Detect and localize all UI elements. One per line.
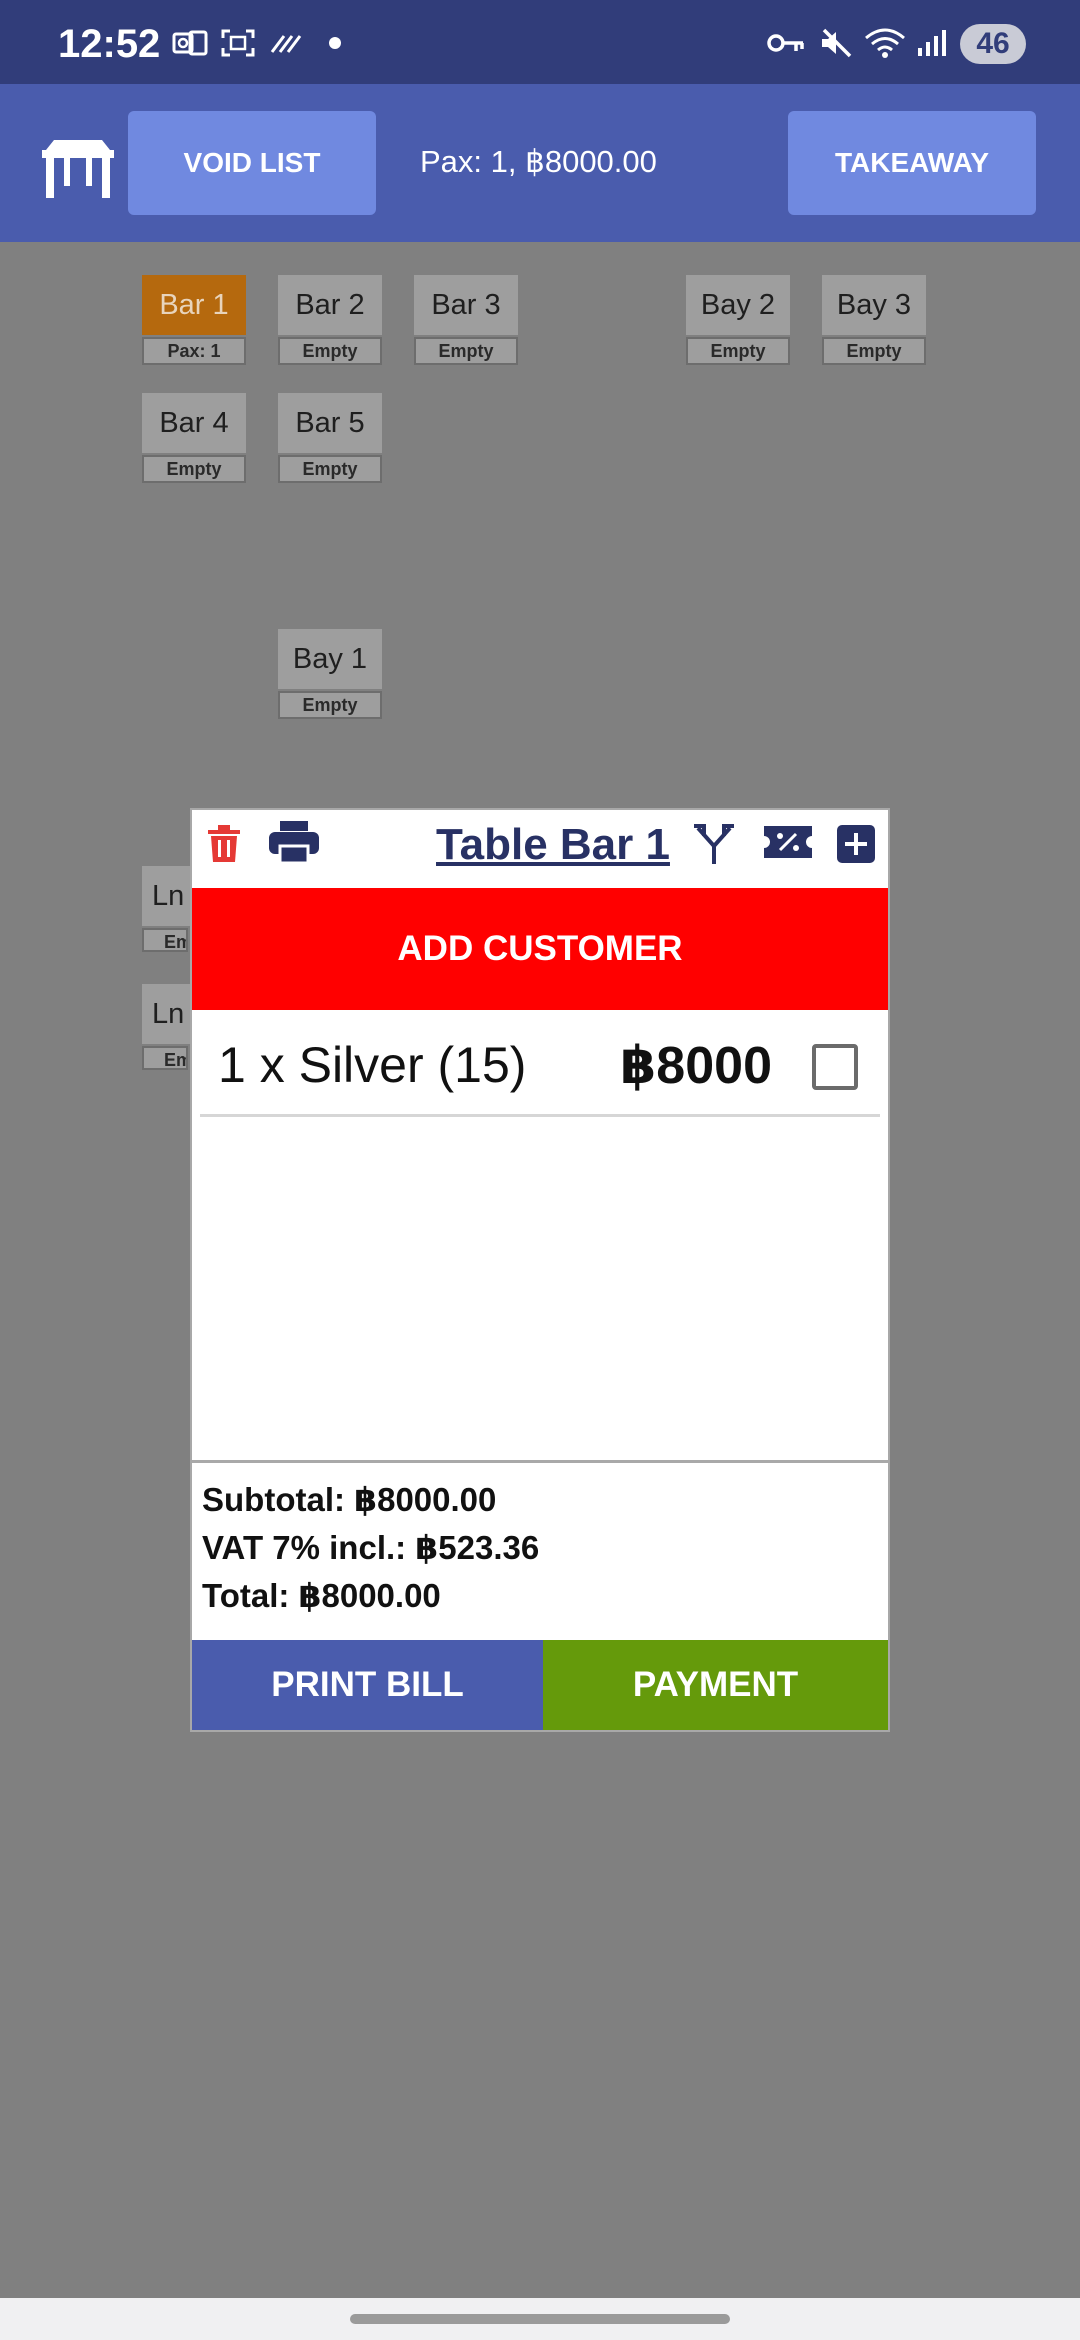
table-status-bar-2: Empty xyxy=(278,337,382,365)
table-tile-bar-1[interactable]: Bar 1 xyxy=(142,275,246,335)
split-icon[interactable] xyxy=(692,822,736,866)
delete-icon[interactable] xyxy=(206,824,242,864)
total-text: Total: ฿8000.00 xyxy=(202,1577,441,1614)
status-time: 12:52 xyxy=(58,22,161,66)
signal-icon xyxy=(918,30,946,56)
pax-summary: Pax: 1, ฿8000.00 xyxy=(420,144,657,179)
table-tile-lounge-2[interactable]: Ln xyxy=(142,984,190,1044)
order-item-row[interactable]: 1 x Silver (15) ฿8000 xyxy=(192,1010,888,1124)
navigation-bar xyxy=(0,2298,1080,2340)
table-tile-bar-2[interactable]: Bar 2 xyxy=(278,275,382,335)
add-customer-button[interactable]: ADD CUSTOMER xyxy=(192,888,888,1010)
payment-button[interactable]: PAYMENT xyxy=(543,1640,888,1730)
order-dialog: Table Bar 1 ADD CUSTOMER 1 x Silver (15)… xyxy=(190,808,890,1732)
battery-indicator: 46 xyxy=(960,24,1026,64)
home-gesture-handle[interactable] xyxy=(350,2314,730,2324)
order-item-checkbox[interactable] xyxy=(812,1044,858,1090)
dot-icon xyxy=(329,37,341,49)
totals-section: Subtotal: ฿8000.00 VAT 7% incl.: ฿523.36… xyxy=(202,1476,539,1620)
table-tile-bay-1[interactable]: Bay 1 xyxy=(278,629,382,689)
table-tile-bar-4[interactable]: Bar 4 xyxy=(142,393,246,453)
table-status-bay-1: Empty xyxy=(278,691,382,719)
dialog-header: Table Bar 1 xyxy=(192,810,888,886)
table-status-bay-2: Empty xyxy=(686,337,790,365)
table-tile-lounge-1[interactable]: Ln xyxy=(142,866,190,926)
table-status-bar-4: Empty xyxy=(142,455,246,483)
table-tile-bar-5[interactable]: Bar 5 xyxy=(278,393,382,453)
print-bill-button[interactable]: PRINT BILL xyxy=(192,1640,543,1730)
screenshot-icon xyxy=(221,29,255,57)
table-tile-bay-3[interactable]: Bay 3 xyxy=(822,275,926,335)
table-icon[interactable] xyxy=(40,140,116,200)
print-icon[interactable] xyxy=(268,820,320,864)
order-item-price: ฿8000 xyxy=(620,1037,772,1095)
order-item-name: 1 x Silver (15) xyxy=(218,1037,527,1093)
table-status-bar-5: Empty xyxy=(278,455,382,483)
table-status-lounge-1: Em xyxy=(142,928,188,952)
table-status-lounge-2: Em xyxy=(142,1046,188,1070)
add-icon[interactable] xyxy=(836,824,876,864)
totals-divider xyxy=(192,1460,888,1463)
table-status-bar-1: Pax: 1 xyxy=(142,337,246,365)
table-status-bar-3: Empty xyxy=(414,337,518,365)
wifi-icon xyxy=(865,28,905,58)
status-bar: 12:52 46 xyxy=(0,0,1080,84)
table-tile-bay-2[interactable]: Bay 2 xyxy=(686,275,790,335)
dialog-title: Table Bar 1 xyxy=(436,820,670,869)
table-tile-bar-3[interactable]: Bar 3 xyxy=(414,275,518,335)
table-status-bay-3: Empty xyxy=(822,337,926,365)
takeaway-button[interactable]: TAKEAWAY xyxy=(788,111,1036,215)
data-saver-icon xyxy=(270,35,302,53)
row-divider xyxy=(200,1114,880,1117)
outlook-icon xyxy=(172,30,208,56)
vpn-key-icon xyxy=(767,34,804,52)
subtotal-text: Subtotal: ฿8000.00 xyxy=(202,1481,497,1518)
top-bar: VOID LIST Pax: 1, ฿8000.00 TAKEAWAY xyxy=(0,84,1080,242)
void-list-button[interactable]: VOID LIST xyxy=(128,111,376,215)
vat-text: VAT 7% incl.: ฿523.36 xyxy=(202,1529,540,1566)
discount-icon[interactable] xyxy=(762,824,814,860)
mute-icon xyxy=(822,28,852,58)
